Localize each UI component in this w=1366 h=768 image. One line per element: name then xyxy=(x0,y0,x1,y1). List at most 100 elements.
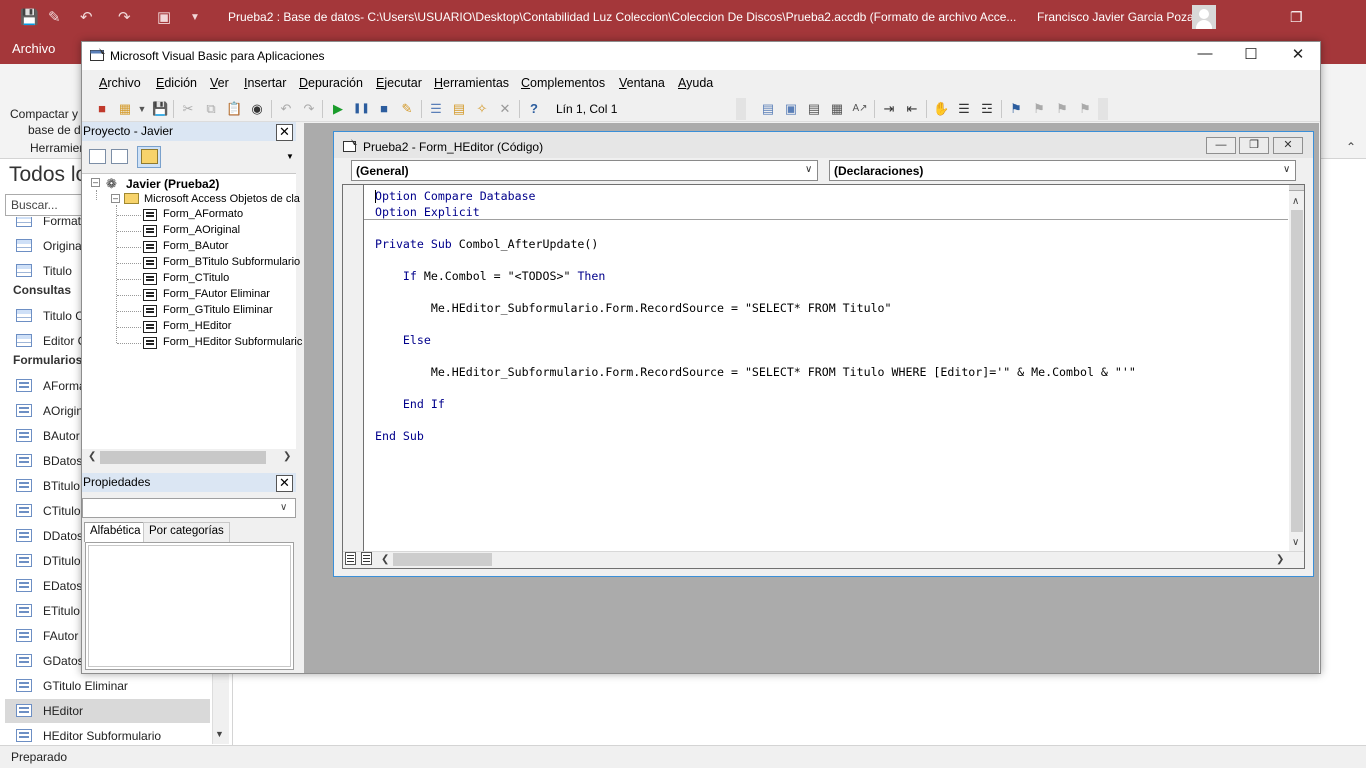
close-project-explorer-icon[interactable]: ✕ xyxy=(276,124,293,141)
category-consultas[interactable]: Consultas xyxy=(13,283,71,297)
collapse-ribbon-icon[interactable]: ⌃ xyxy=(1346,140,1356,154)
menu-item[interactable]: Ver xyxy=(210,76,229,90)
redo-icon[interactable]: ↷ xyxy=(301,101,317,117)
close-properties-icon[interactable]: ✕ xyxy=(276,475,293,492)
paste-icon[interactable]: 📋 xyxy=(226,101,242,117)
toolbar-dropdown-icon[interactable]: ▼ xyxy=(286,152,294,161)
previous-bookmark-icon[interactable]: ⚑ xyxy=(1054,101,1070,117)
category-formularios[interactable]: Formularios xyxy=(13,353,82,367)
scroll-thumb[interactable] xyxy=(100,451,266,464)
chevron-down-icon[interactable]: ∨ xyxy=(805,164,812,175)
list-constants-icon[interactable]: ▣ xyxy=(783,101,799,117)
module-node[interactable]: Form_CTitulo xyxy=(163,272,229,284)
save-icon[interactable]: 💾 xyxy=(152,101,168,117)
maximize-icon[interactable]: ☐ xyxy=(1228,45,1274,63)
module-node[interactable]: Form_FAutor Eliminar xyxy=(163,288,270,300)
scroll-right-icon[interactable]: ❯ xyxy=(1276,554,1284,565)
file-tab[interactable]: Archivo xyxy=(12,41,55,56)
insert-userform-icon[interactable]: ▦ xyxy=(117,101,133,117)
help-icon[interactable]: ? xyxy=(526,101,542,117)
menu-item[interactable]: Edición xyxy=(156,76,197,90)
quick-info-icon[interactable]: ▤ xyxy=(806,101,822,117)
insert-dropdown-icon[interactable]: ▼ xyxy=(134,101,150,117)
project-root-node[interactable]: Javier (Prueba2) xyxy=(126,177,219,191)
toolbar-overflow[interactable] xyxy=(736,98,746,120)
undo-icon[interactable]: ↶ xyxy=(80,8,93,26)
menu-item[interactable]: Depuración xyxy=(299,76,363,90)
chevron-down-icon[interactable]: ∨ xyxy=(1283,164,1290,175)
customize-qat-icon[interactable]: ▼ xyxy=(190,12,200,23)
full-module-view-icon[interactable] xyxy=(361,552,372,565)
redo-icon[interactable]: ↷ xyxy=(118,8,131,26)
module-node[interactable]: Form_BTitulo Subformulario xyxy=(163,256,300,268)
menu-item[interactable]: Ayuda xyxy=(678,76,713,90)
split-bar[interactable] xyxy=(1289,185,1304,191)
scroll-thumb[interactable] xyxy=(1291,210,1303,532)
list-properties-icon[interactable]: ▤ xyxy=(760,101,776,117)
project-explorer-icon[interactable]: ☰ xyxy=(428,101,444,117)
module-node[interactable]: Form_AOriginal xyxy=(163,224,240,236)
compact-repair-button[interactable]: Compactar y base de da xyxy=(10,106,87,138)
clear-bookmarks-icon[interactable]: ⚑ xyxy=(1077,101,1093,117)
menu-item[interactable]: Archivo xyxy=(99,76,141,90)
restore-icon[interactable]: ❐ xyxy=(1290,9,1303,26)
tab-por-categorias[interactable]: Por categorías xyxy=(143,522,230,542)
code-text[interactable]: Option Compare Database Option Explicit Pr… xyxy=(375,188,1136,444)
pause-icon[interactable]: ❚❚ xyxy=(353,101,370,117)
access-objects-folder[interactable]: Microsoft Access Objetos de cla xyxy=(144,193,300,205)
nav-item[interactable]: GTitulo Eliminar xyxy=(14,674,210,698)
next-bookmark-icon[interactable]: ⚑ xyxy=(1031,101,1047,117)
object-browser-icon[interactable]: ✧ xyxy=(474,101,490,117)
uncomment-block-icon[interactable]: ☲ xyxy=(979,101,995,117)
view-access-icon[interactable]: ■ xyxy=(94,101,110,117)
scroll-right-icon[interactable]: ❯ xyxy=(283,451,291,462)
tab-alfabetica[interactable]: Alfabética xyxy=(84,522,147,542)
scroll-left-icon[interactable]: ❮ xyxy=(88,451,96,462)
view-object-icon[interactable] xyxy=(111,149,128,164)
navigation-pane-title[interactable]: Todos lo xyxy=(9,163,87,187)
parameter-info-icon[interactable]: ▦ xyxy=(829,101,845,117)
menu-item[interactable]: Insertar xyxy=(244,76,286,90)
scroll-left-icon[interactable]: ❮ xyxy=(381,554,389,565)
collapse-project-icon[interactable]: – xyxy=(91,178,100,187)
close-icon[interactable]: ✕ xyxy=(1275,45,1321,63)
scroll-down-icon[interactable]: ∨ xyxy=(1292,537,1299,548)
properties-window-icon[interactable]: ▤ xyxy=(451,101,467,117)
chevron-down-icon[interactable]: ∨ xyxy=(280,502,287,513)
menu-item[interactable]: Complementos xyxy=(521,76,605,90)
complete-word-icon[interactable]: A↗ xyxy=(852,101,868,117)
save-icon[interactable]: 💾 xyxy=(20,8,39,26)
module-node[interactable]: Form_GTitulo Eliminar xyxy=(163,304,273,316)
run-icon[interactable]: ▶ xyxy=(330,101,346,117)
collapse-folder-icon[interactable]: – xyxy=(111,194,120,203)
toggle-bookmark-icon[interactable]: ⚑ xyxy=(1008,101,1024,117)
scroll-up-icon[interactable]: ∧ xyxy=(1292,196,1299,207)
properties-object-select[interactable] xyxy=(82,498,296,518)
menu-item[interactable]: Ventana xyxy=(619,76,665,90)
view-code-icon[interactable] xyxy=(89,149,106,164)
signed-in-user[interactable]: Francisco Javier Garcia Poza xyxy=(1037,10,1194,24)
comment-block-icon[interactable]: ☰ xyxy=(956,101,972,117)
menu-item[interactable]: Herramientas xyxy=(434,76,509,90)
module-node[interactable]: Form_HEditor xyxy=(163,320,231,332)
print-preview-icon[interactable]: ▣ xyxy=(157,8,171,26)
scroll-down-icon[interactable]: ▼ xyxy=(215,729,224,739)
module-node[interactable]: Form_AFormato xyxy=(163,208,243,220)
reset-icon[interactable]: ■ xyxy=(376,101,392,117)
close-icon[interactable]: ✕ xyxy=(1273,137,1303,154)
restore-icon[interactable]: ❐ xyxy=(1239,137,1269,154)
user-avatar[interactable] xyxy=(1192,5,1216,29)
scroll-thumb[interactable] xyxy=(393,553,492,566)
toolbox-icon[interactable]: ✕ xyxy=(497,101,513,117)
indent-icon[interactable]: ⇥ xyxy=(881,101,897,117)
module-node[interactable]: Form_HEditor Subformularic xyxy=(163,336,302,348)
object-select[interactable]: (General) xyxy=(351,160,818,181)
form-view-icon[interactable]: ✎ xyxy=(48,8,61,26)
procedure-select[interactable]: (Declaraciones) xyxy=(829,160,1296,181)
cut-icon[interactable]: ✂ xyxy=(180,101,196,117)
toolbar-overflow[interactable] xyxy=(1098,98,1108,120)
find-icon[interactable]: ◉ xyxy=(249,101,265,117)
minimize-icon[interactable]: — xyxy=(1206,137,1236,154)
nav-item[interactable]: HEditor xyxy=(5,699,210,723)
module-node[interactable]: Form_BAutor xyxy=(163,240,228,252)
